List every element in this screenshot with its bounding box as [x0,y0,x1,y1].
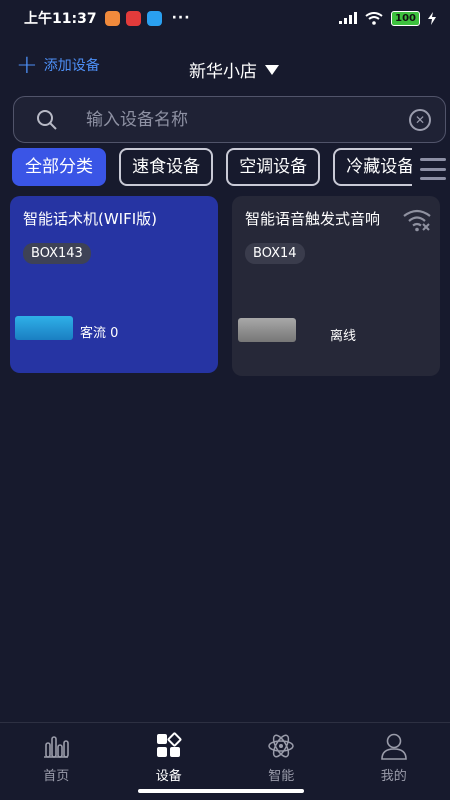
signal-icon [339,12,358,24]
add-device-label: 添加设备 [43,58,100,74]
category-tabs: 全部分类 速食设备 空调设备 冷藏设备 [12,148,412,188]
device-name: 智能语音触发式音响 [245,210,381,228]
tab-label: 首页 [43,769,70,784]
device-tag: BOX143 [23,243,91,264]
tab-label: 我的 [380,769,407,784]
header: + 添加设备 新华小店 [0,50,450,86]
more-notifications-icon: ··· [171,10,191,26]
charging-icon [428,11,436,25]
category-air-conditioning[interactable]: 空调设备 [226,148,321,186]
device-card[interactable]: 智能语音触发式音响 BOX14 离线 [232,196,440,376]
clear-icon[interactable]: ✕ [409,108,431,131]
add-device-button[interactable]: + 添加设备 [16,50,100,80]
bar-chart-icon [44,736,70,758]
device-name: 智能话术机(WIFI版) [23,210,158,228]
battery-icon: 100 [391,10,420,26]
category-all[interactable]: 全部分类 [12,148,106,186]
search-input[interactable] [86,109,409,130]
user-icon [380,733,407,760]
devices-grid-icon [156,732,182,757]
device-status: 客流 0 [80,326,119,341]
tab-home[interactable]: 首页 [0,723,113,800]
atom-icon [268,734,294,758]
search-icon [37,109,57,130]
app-notification-icon [125,10,141,26]
category-fast-food[interactable]: 速食设备 [119,148,214,186]
store-selector[interactable]: 新华小店 [189,57,279,82]
app-notification-icon [104,10,120,26]
status-bar: 上午11:37 ··· 100 [0,0,450,36]
device-image [238,318,296,342]
category-refrigeration[interactable]: 冷藏设备 [333,148,412,186]
device-tag: BOX14 [245,243,305,264]
store-name: 新华小店 [189,62,257,82]
device-status: 离线 [330,329,357,344]
plus-icon: + [16,50,38,80]
wifi-offline-icon [403,209,431,232]
category-menu-icon[interactable] [420,158,446,180]
home-indicator [138,789,304,793]
app-notification-icon [146,10,162,26]
caret-down-icon [265,64,279,75]
device-image [15,316,73,340]
search-bar: ✕ [13,96,446,143]
status-time: 上午11:37 [24,11,97,27]
wifi-status-icon [365,11,383,25]
tab-mine[interactable]: 我的 [338,723,450,800]
device-card[interactable]: 智能话术机(WIFI版) BOX143 客流 0 [10,196,218,373]
tab-label: 设备 [155,769,182,784]
tab-label: 智能 [268,769,295,784]
